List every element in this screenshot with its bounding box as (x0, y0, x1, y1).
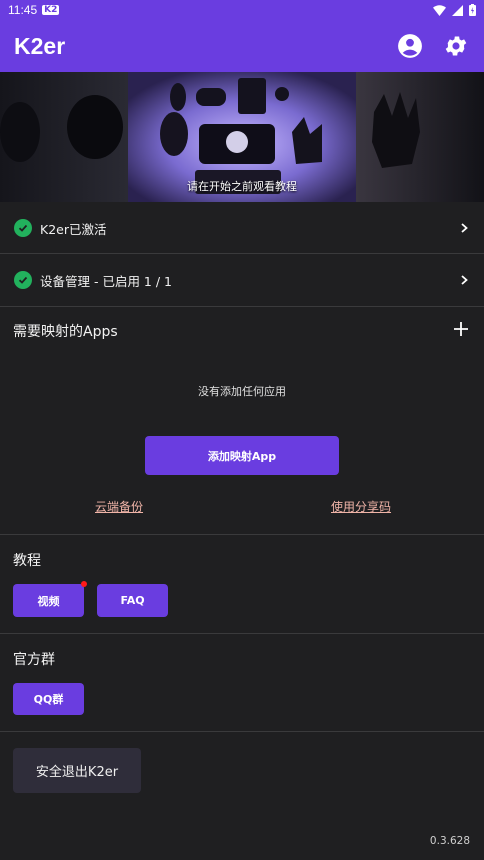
divider (0, 306, 484, 307)
status-time: 11:45 (8, 3, 38, 17)
wifi-icon (433, 4, 446, 16)
mapped-apps-title: 需要映射的Apps (13, 324, 118, 340)
divider (0, 633, 484, 634)
settings-button[interactable] (442, 32, 470, 60)
divider (0, 731, 484, 732)
status-bar: 11:45 K2 (0, 0, 484, 20)
tutorial-banner[interactable]: 请在开始之前观看教程 (0, 72, 484, 202)
notification-dot (81, 581, 87, 587)
cell-signal-icon (452, 4, 463, 16)
chevron-right-icon (461, 223, 468, 233)
check-circle-icon (14, 219, 32, 237)
add-plus-icon[interactable] (452, 320, 470, 338)
activation-label: K2er已激活 (40, 221, 107, 237)
account-button[interactable] (396, 32, 424, 60)
check-circle-icon (14, 271, 32, 289)
qq-group-button[interactable]: QQ群 (13, 683, 84, 715)
carrier-badge: K2 (42, 5, 60, 15)
share-code-link[interactable]: 使用分享码 (331, 498, 391, 515)
device-management-label: 设备管理 - 已启用 1 / 1 (40, 273, 172, 289)
tutorial-title: 教程 (13, 553, 41, 569)
official-group-title: 官方群 (13, 652, 55, 668)
app-bar: K2er (0, 20, 484, 72)
video-button[interactable]: 视频 (13, 584, 84, 617)
add-mapped-app-button[interactable]: 添加映射App (145, 436, 339, 475)
settings-gear-icon (445, 36, 467, 56)
battery-icon (469, 4, 476, 16)
account-circle-icon (398, 34, 422, 58)
device-management-row[interactable]: 设备管理 - 已启用 1 / 1 (0, 254, 484, 306)
chevron-right-icon (461, 275, 468, 285)
divider (0, 534, 484, 535)
faq-button[interactable]: FAQ (97, 584, 168, 617)
activation-row[interactable]: K2er已激活 (0, 202, 484, 254)
exit-app-button[interactable]: 安全退出K2er (13, 748, 141, 793)
app-title: K2er (14, 32, 66, 59)
empty-apps-message: 没有添加任何应用 (198, 385, 286, 398)
banner-caption: 请在开始之前观看教程 (187, 180, 297, 193)
version-label: 0.3.628 (429, 835, 470, 847)
cloud-backup-link[interactable]: 云端备份 (95, 498, 143, 515)
